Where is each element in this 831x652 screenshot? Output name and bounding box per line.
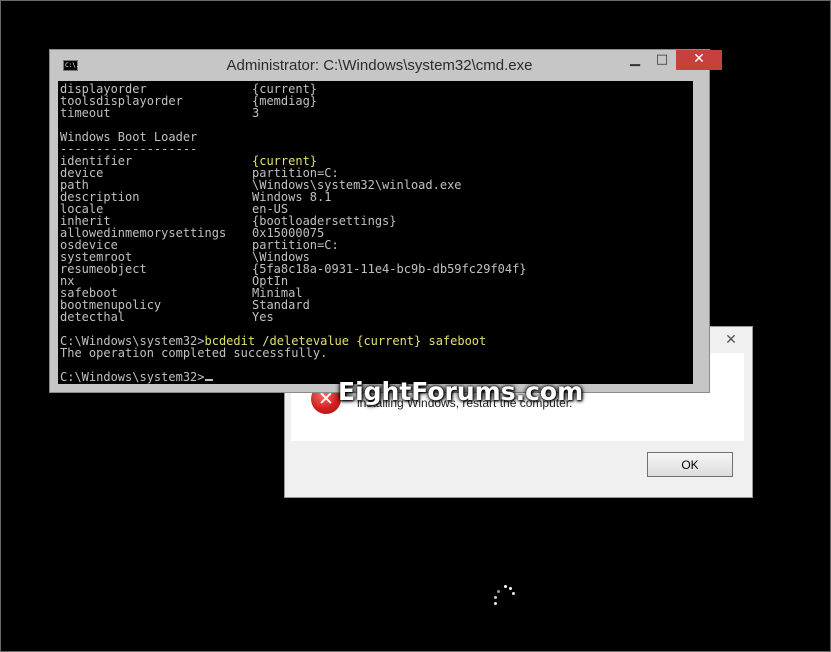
setting-value: Yes (252, 310, 274, 324)
setting-value: 3 (252, 106, 260, 120)
console-line: detecthal Yes (60, 311, 527, 323)
setting-value: {memdiag} (252, 94, 318, 108)
scrollbar[interactable] (693, 81, 701, 384)
spinner-dot (512, 592, 515, 595)
watermark-logo: EightForums.com (338, 377, 584, 406)
setting-value: {5fa8c18a-0931-11e4-bc9b-db59fc29f04f} (252, 262, 527, 276)
spinner-dot (504, 585, 507, 588)
console-line: toolsdisplayorder {memdiag} (60, 95, 527, 107)
spinner-dot (494, 596, 497, 599)
console-line: The operation completed successfully. (60, 347, 527, 359)
spinner-dot (497, 590, 500, 593)
cmd-window: C:\. Administrator: C:\Windows\system32\… (50, 50, 722, 392)
setting-key: detecthal (60, 310, 126, 324)
command-prompt: C:\Windows\system32> (60, 370, 205, 384)
spinner-dot (494, 602, 497, 605)
text-cursor (204, 379, 213, 381)
console-line: bootmenupolicy Standard (60, 299, 527, 311)
setting-key: timeout (60, 106, 111, 120)
ok-button[interactable]: OK (647, 452, 733, 477)
cmd-titlebar[interactable]: C:\. Administrator: C:\Windows\system32\… (50, 50, 722, 80)
console-output[interactable]: displayorder {current} toolsdisplayorder {m… (58, 81, 693, 384)
console-line: resumeobject {5fa8c18a-0931-11e4-bc9b-db5… (60, 263, 527, 275)
spinner-dot (509, 587, 512, 590)
maximize-button[interactable]: □ (649, 50, 675, 70)
window-title: Administrator: C:\Windows\system32\cmd.e… (226, 57, 533, 74)
loading-spinner-icon (492, 585, 516, 609)
console-text-line: The operation completed successfully. (60, 346, 328, 360)
minimize-button[interactable]: ▁ (622, 50, 648, 70)
setting-key: resumeobject (60, 262, 147, 276)
console-line: description Windows 8.1 (60, 191, 527, 203)
console-text: displayorder {current} toolsdisplayorder {m… (60, 83, 527, 383)
close-button[interactable]: ✕ (676, 50, 722, 70)
console-line: timeout 3 (60, 107, 527, 119)
dialog-close-button[interactable]: ✕ (716, 330, 746, 350)
